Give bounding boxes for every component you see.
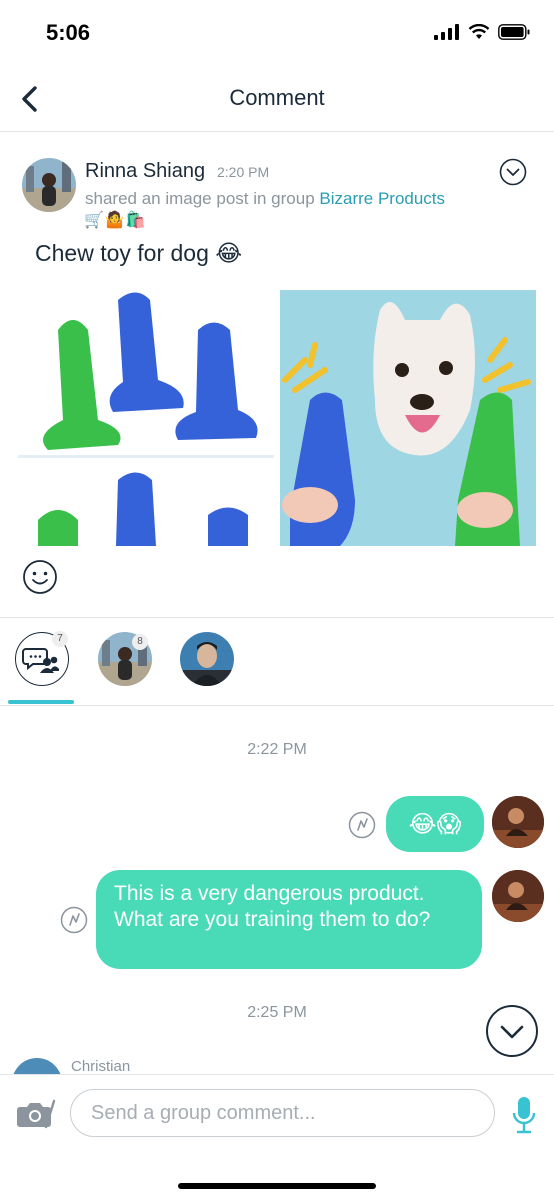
microphone-icon: [512, 1097, 536, 1134]
post-image-1[interactable]: [18, 290, 274, 546]
message-timestamp: 2:22 PM: [247, 741, 307, 758]
signal-icon: [434, 24, 459, 40]
chevron-down-circle-icon: [499, 158, 527, 186]
seen-status-icon: [348, 811, 376, 839]
message-bubble[interactable]: 😂😱: [386, 796, 484, 852]
message-timestamp: 2:25 PM: [247, 1004, 307, 1021]
message-bubble[interactable]: This is a very dangerous product. What a…: [96, 870, 482, 969]
wifi-icon: [468, 24, 490, 39]
comment-input[interactable]: [70, 1089, 495, 1137]
comment-input-bar: [0, 1074, 554, 1200]
home-indicator: [178, 1183, 376, 1189]
active-tab-indicator: [8, 700, 74, 704]
page-title: Comment: [229, 85, 325, 110]
camera-button[interactable]: [16, 1097, 56, 1131]
tab-christian[interactable]: [180, 632, 234, 686]
add-reaction-button[interactable]: [22, 559, 58, 595]
battery-icon: [498, 24, 530, 40]
chevron-down-circle-icon: [486, 1005, 538, 1057]
post-text: Chew toy for dog 😂: [35, 240, 243, 266]
status-time: 5:06: [46, 20, 91, 45]
post-options-button[interactable]: [499, 158, 527, 186]
sender-name: Christian: [71, 1058, 131, 1075]
camera-icon: [17, 1099, 56, 1129]
scroll-to-bottom-button[interactable]: [485, 1004, 539, 1058]
nav-bar: Comment: [0, 66, 554, 132]
tab-group-chat[interactable]: 7: [15, 631, 69, 686]
author-avatar[interactable]: [22, 158, 76, 212]
post-card: Rinna Shiang 2:20 PM shared an image pos…: [0, 132, 554, 618]
smiley-icon: [23, 560, 57, 594]
post-subtitle: shared an image post in group Bizarre Pr…: [85, 189, 445, 209]
status-icons: [434, 24, 530, 40]
post-image-2[interactable]: [280, 290, 536, 546]
sender-avatar[interactable]: [492, 870, 544, 922]
sender-avatar[interactable]: [492, 796, 544, 848]
author-name[interactable]: Rinna Shiang: [85, 160, 205, 183]
group-link[interactable]: Bizarre Products: [319, 189, 445, 208]
group-emojis: 🛒🤷🛍️: [84, 212, 147, 229]
status-bar: 5:06: [0, 0, 554, 66]
tab-count: 8: [132, 634, 148, 650]
seen-status-icon: [60, 906, 88, 934]
post-time: 2:20 PM: [217, 164, 270, 180]
tab-count: 7: [52, 631, 68, 647]
conversation-tabs: 7 8: [0, 618, 554, 706]
subtitle-prefix: shared an image post in group: [85, 189, 320, 208]
microphone-button[interactable]: [511, 1095, 537, 1135]
